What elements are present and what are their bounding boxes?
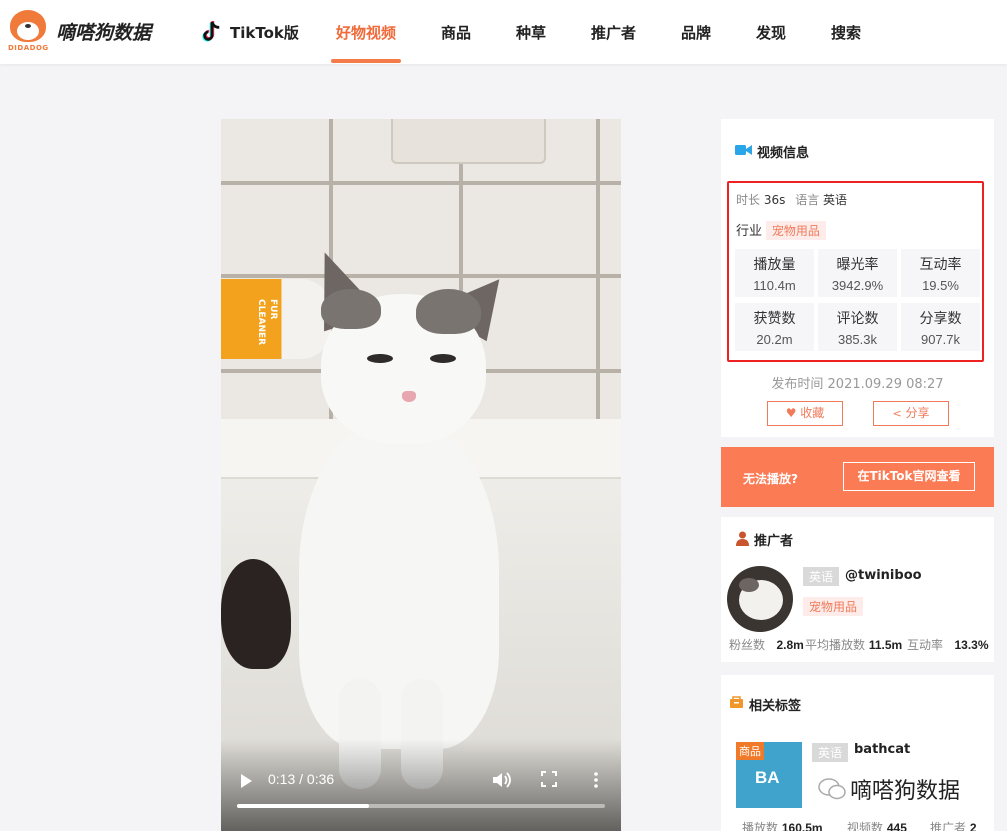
- active-nav-underline: [331, 59, 401, 63]
- video-progress-bar[interactable]: [237, 804, 605, 808]
- related-tags-title: 相关标签: [749, 699, 802, 714]
- stat-views: 播放量 110.4m: [735, 249, 814, 297]
- tag-promoter-count: 推广者 2: [930, 821, 977, 831]
- promoter-avatar[interactable]: [727, 566, 793, 632]
- tag-language-tag: 英语: [812, 743, 849, 762]
- stat-comments: 评论数 385.3k: [818, 303, 897, 351]
- promoter-engagement: 互动率 13.3%: [907, 638, 989, 652]
- nav-brands[interactable]: 品牌: [681, 22, 711, 43]
- stat-exposure: 曝光率 3942.9%: [818, 249, 897, 297]
- tag-views: 播放数 160.5m: [742, 821, 823, 831]
- didadog-logo[interactable]: DIDADOG: [8, 10, 48, 54]
- volume-icon[interactable]: [491, 771, 511, 789]
- thumbnail-initials: BA: [755, 768, 780, 787]
- video-info-title: 视频信息: [757, 146, 810, 161]
- nav-good-videos[interactable]: 好物视频: [336, 22, 396, 43]
- stat-engagement: 互动率 19.5%: [901, 249, 980, 297]
- nav-tiktok[interactable]: TikTok版: [230, 22, 299, 43]
- logo-text: DIDADOG: [8, 44, 49, 52]
- meta-duration-language: 时长 36s 语言 英语: [736, 193, 848, 207]
- watermark-text: 嘀嗒狗数据: [850, 779, 961, 804]
- tag-name[interactable]: bathcat: [854, 742, 910, 757]
- video-player[interactable]: FUR CLEANER 0:13 / 0:36: [221, 119, 621, 831]
- wechat-icon: [818, 778, 846, 800]
- nav-seeding[interactable]: 种草: [516, 22, 546, 43]
- tag-box-icon: [730, 696, 743, 708]
- industry-tag[interactable]: 宠物用品: [765, 221, 826, 240]
- promoter-handle[interactable]: @twiniboo: [845, 568, 922, 583]
- play-icon[interactable]: [241, 774, 252, 788]
- publish-time: 发布时间 2021.09.29 08:27: [771, 377, 944, 392]
- stat-shares: 分享数 907.7k: [901, 303, 980, 351]
- more-options-icon[interactable]: [594, 772, 598, 788]
- promoter-title: 推广者: [754, 534, 794, 549]
- top-header: DIDADOG 嘀嗒狗数据 TikTok版 好物视频 商品 种草 推广者 品牌 …: [0, 0, 1007, 64]
- share-button[interactable]: < 分享: [873, 401, 949, 426]
- tag-thumbnail[interactable]: 商品 BA: [736, 742, 802, 808]
- heart-icon: ♥: [785, 406, 797, 420]
- nav-products[interactable]: 商品: [441, 22, 471, 43]
- stat-likes: 获赞数 20.2m: [735, 303, 814, 351]
- promoter-avg-views: 平均播放数 11.5m: [805, 638, 903, 652]
- tiktok-icon: [202, 21, 220, 42]
- cat-image: [299, 419, 499, 749]
- promoter-followers: 粉丝数 2.8m: [729, 638, 804, 652]
- cannot-play-banner: 无法播放? 在TikTok官网查看: [721, 447, 994, 507]
- shiba-logo-icon: [10, 10, 46, 42]
- view-on-tiktok-button[interactable]: 在TikTok官网查看: [843, 462, 975, 491]
- fullscreen-icon[interactable]: [541, 771, 557, 787]
- meta-industry: 行业 宠物用品: [736, 220, 826, 240]
- video-time: 0:13 / 0:36: [268, 771, 335, 787]
- promoter-language-tag: 英语: [803, 567, 840, 586]
- nav-promoters[interactable]: 推广者: [591, 22, 636, 43]
- video-progress-fill: [237, 804, 370, 808]
- promoter-category-tag[interactable]: 宠物用品: [803, 597, 864, 616]
- brand-name[interactable]: 嘀嗒狗数据: [56, 18, 151, 45]
- nav-search[interactable]: 搜索: [831, 22, 861, 43]
- tag-video-count: 视频数 445: [847, 821, 907, 831]
- bottle-label: FUR CLEANER: [256, 299, 278, 346]
- cannot-play-text: 无法播放?: [743, 472, 798, 486]
- video-camera-icon: [735, 145, 752, 155]
- person-icon: [736, 531, 749, 546]
- share-icon: <: [892, 407, 902, 420]
- nav-discover[interactable]: 发现: [756, 22, 786, 43]
- favorite-button[interactable]: ♥ 收藏: [767, 401, 843, 426]
- product-badge: 商品: [736, 742, 764, 760]
